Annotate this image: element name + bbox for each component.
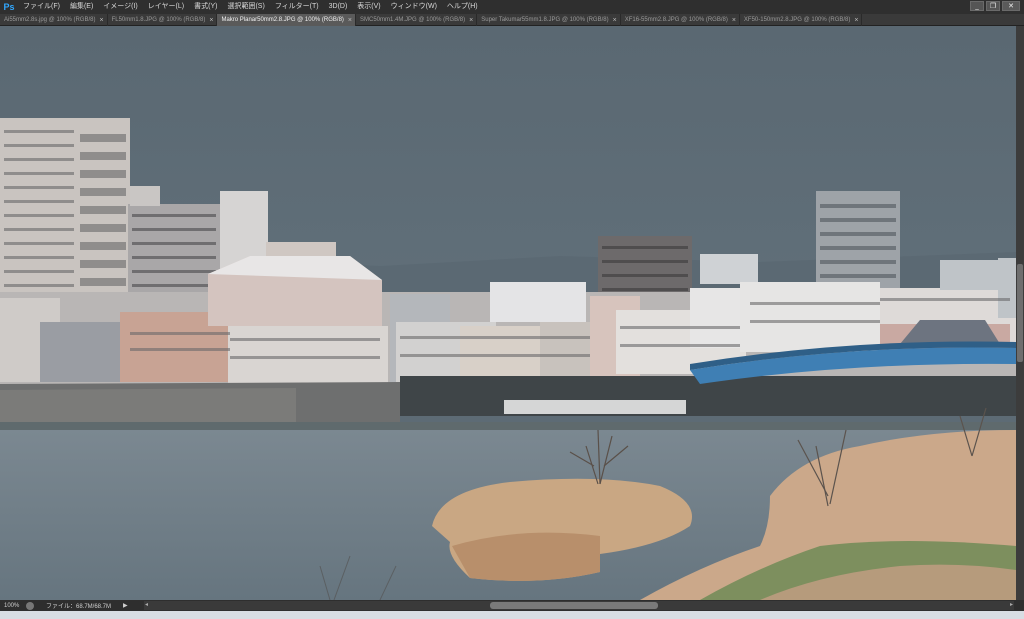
horizontal-scrollbar-thumb[interactable] xyxy=(490,602,658,609)
document-canvas[interactable] xyxy=(0,26,1016,600)
tab-label: XF50-150mm2.8.JPG @ 100% (RGB/8) xyxy=(743,17,851,23)
tab-document-4[interactable]: SMC50mm1.4M.JPG @ 100% (RGB/8) × xyxy=(356,14,478,26)
tab-close-icon[interactable]: × xyxy=(209,17,213,24)
horizontal-scrollbar[interactable]: ◂ ▸ xyxy=(144,601,1014,610)
minimize-button[interactable]: _ xyxy=(970,1,984,11)
status-menu-arrow-icon[interactable]: ▶ xyxy=(123,602,128,609)
tab-label: SMC50mm1.4M.JPG @ 100% (RGB/8) xyxy=(360,17,466,23)
restore-button[interactable]: ❐ xyxy=(986,1,1000,11)
document-status-icon[interactable] xyxy=(26,601,34,610)
menu-filter[interactable]: フィルター(T) xyxy=(270,0,324,14)
menu-select[interactable]: 選択範囲(S) xyxy=(222,0,269,14)
tab-label: Makro Planar50mm2.8.JPG @ 100% (RGB/8) xyxy=(221,17,344,23)
scroll-right-arrow-icon[interactable]: ▸ xyxy=(1010,601,1013,610)
tab-document-6[interactable]: XF16-55mm2.8.JPG @ 100% (RGB/8) × xyxy=(621,14,740,26)
close-button[interactable]: ✕ xyxy=(1002,1,1020,11)
tab-close-icon[interactable]: × xyxy=(99,17,103,24)
menu-help[interactable]: ヘルプ(H) xyxy=(442,0,483,14)
tab-document-7[interactable]: XF50-150mm2.8.JPG @ 100% (RGB/8) × xyxy=(740,14,863,26)
tab-document-3-active[interactable]: Makro Planar50mm2.8.JPG @ 100% (RGB/8) × xyxy=(217,14,357,26)
photoshop-window: Ps ファイル(F) 編集(E) イメージ(I) レイヤー(L) 書式(Y) 選… xyxy=(0,0,1024,619)
tab-label: XF16-55mm2.8.JPG @ 100% (RGB/8) xyxy=(624,17,728,23)
window-controls: _ ❐ ✕ xyxy=(970,1,1020,11)
menu-type[interactable]: 書式(Y) xyxy=(189,0,222,14)
river-cityscape-photo xyxy=(0,26,1016,600)
menu-window[interactable]: ウィンドウ(W) xyxy=(386,0,442,14)
photoshop-logo-icon: Ps xyxy=(3,2,15,12)
tab-close-icon[interactable]: × xyxy=(469,17,473,24)
tab-close-icon[interactable]: × xyxy=(348,17,352,24)
vertical-scrollbar-thumb[interactable] xyxy=(1017,264,1023,362)
tab-close-icon[interactable]: × xyxy=(732,17,736,24)
zoom-level[interactable]: 100% xyxy=(0,603,26,609)
status-bar: 100% ファイル：68.7M/68.7M ▶ ◂ ▸ xyxy=(0,600,1024,611)
menu-view[interactable]: 表示(V) xyxy=(352,0,385,14)
tab-close-icon[interactable]: × xyxy=(854,17,858,24)
vertical-scrollbar[interactable] xyxy=(1016,26,1024,600)
menu-edit[interactable]: 編集(E) xyxy=(65,0,98,14)
menu-file[interactable]: ファイル(F) xyxy=(18,0,65,14)
tab-label: FL50mm1.8.JPG @ 100% (RGB/8) xyxy=(111,17,206,23)
tab-label: Super Takumar55mm1.8.JPG @ 100% (RGB/8) xyxy=(481,17,609,23)
file-size-info: ファイル：68.7M/68.7M xyxy=(46,604,112,610)
menu-3d[interactable]: 3D(D) xyxy=(324,0,353,14)
menu-bar: Ps ファイル(F) 編集(E) イメージ(I) レイヤー(L) 書式(Y) 選… xyxy=(0,0,1024,14)
document-tab-bar: Ai55mm2.8s.jpg @ 100% (RGB/8) × FL50mm1.8… xyxy=(0,14,1024,26)
tab-close-icon[interactable]: × xyxy=(613,17,617,24)
menu-layer[interactable]: レイヤー(L) xyxy=(143,0,189,14)
tab-document-2[interactable]: FL50mm1.8.JPG @ 100% (RGB/8) × xyxy=(108,14,218,26)
taskbar-edge xyxy=(0,611,1024,619)
scroll-left-arrow-icon[interactable]: ◂ xyxy=(145,601,148,610)
tab-label: Ai55mm2.8s.jpg @ 100% (RGB/8) xyxy=(4,17,96,23)
menu-image[interactable]: イメージ(I) xyxy=(98,0,142,14)
tab-document-1[interactable]: Ai55mm2.8s.jpg @ 100% (RGB/8) × xyxy=(0,14,108,26)
tab-document-5[interactable]: Super Takumar55mm1.8.JPG @ 100% (RGB/8) × xyxy=(477,14,621,26)
